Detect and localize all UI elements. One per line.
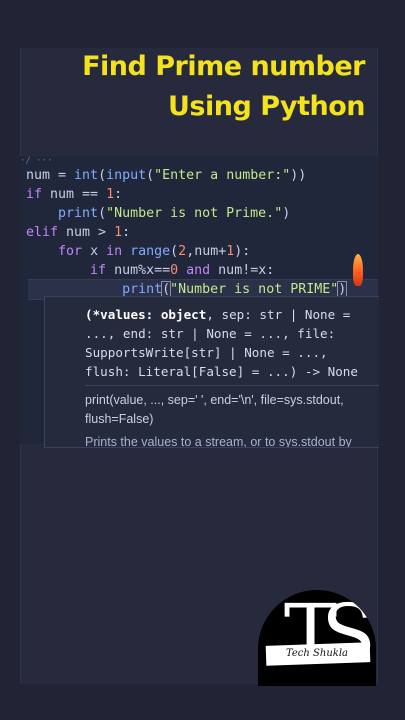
code-block[interactable]: num = int(input("Enter a number:")) if n… (26, 166, 348, 299)
signature-line-4: flush: Literal[False] = ...) -> None (85, 364, 358, 379)
channel-logo: TS Tech Shukla (258, 590, 376, 686)
flame-icon (353, 254, 363, 286)
logo-monogram: TS (283, 590, 376, 680)
headline-line-1: Find Prime number (82, 51, 365, 82)
editor-breadcrumb: ·/ ··· (20, 156, 53, 166)
signature-help-tooltip: (*values: object, sep: str | None = ...,… (44, 296, 379, 448)
code-line-2: if num == 1: (26, 187, 123, 202)
code-line-4: elif num > 1: (26, 225, 131, 240)
signature-line-2: ..., end: str | None = ..., file: (85, 326, 336, 341)
signature-line-3: SupportsWrite[str] | None = ..., (85, 345, 328, 360)
docstring-line-2: flush=False) (85, 412, 154, 426)
code-line-7: print("Number is not PRIME") (122, 281, 348, 298)
signature-line-1: (*values: object, sep: str | None = (85, 307, 351, 322)
tooltip-divider (85, 385, 379, 386)
docstring-more: Prints the values to a stream, or to sys… (85, 435, 352, 448)
docstring-line-1: print(value, ..., sep=' ', end='\n', fil… (85, 393, 344, 407)
code-line-5: for x in range(2,num+1): (58, 244, 251, 259)
code-line-6: if num%x==0 and num!=x: (90, 263, 275, 278)
function-signature: (*values: object, sep: str | None = ...,… (85, 305, 358, 381)
code-line-1: num = int(input("Enter a number:")) (26, 168, 307, 183)
headline-line-2: Using Python (168, 91, 366, 122)
docstring: print(value, ..., sep=' ', end='\n', fil… (85, 391, 379, 429)
code-line-3: print("Number is not Prime.") (58, 206, 291, 221)
logo-name: Tech Shukla (286, 648, 348, 659)
